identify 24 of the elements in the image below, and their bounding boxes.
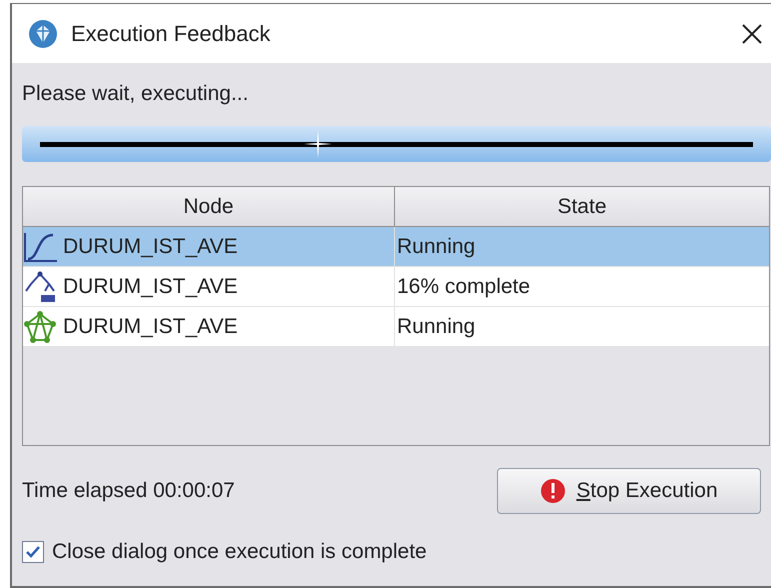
node-name: DURUM_IST_AVE xyxy=(63,234,238,260)
checkbox[interactable] xyxy=(22,540,44,563)
status-message: Please wait, executing... xyxy=(22,81,250,107)
node-state: Running xyxy=(397,314,476,340)
app-logo-icon xyxy=(28,18,58,48)
node-name: DURUM_IST_AVE xyxy=(63,274,238,300)
column-header[interactable]: Node xyxy=(23,187,395,226)
tree-icon xyxy=(23,270,57,302)
close-icon[interactable] xyxy=(741,22,763,44)
column-header[interactable]: State xyxy=(395,187,769,226)
table-row[interactable]: DURUM_IST_AVE Running xyxy=(23,227,769,267)
table-row[interactable]: DURUM_IST_AVE 16% complete xyxy=(23,267,769,307)
curve-icon xyxy=(23,230,57,262)
checkbox-label[interactable]: Close dialog once execution is complete xyxy=(52,536,427,568)
node-state: 16% complete xyxy=(397,274,530,300)
window-title: Execution Feedback xyxy=(71,20,270,48)
network-icon xyxy=(23,310,57,342)
stop-execution-button[interactable]: Stop Execution xyxy=(497,468,761,514)
elapsed-time: Time elapsed 00:00:07 xyxy=(22,478,235,504)
table-row[interactable]: DURUM_IST_AVE Running xyxy=(23,307,769,347)
checkmark-icon xyxy=(25,544,41,560)
node-name: DURUM_IST_AVE xyxy=(63,314,238,340)
error-icon xyxy=(540,478,566,504)
node-state: Running xyxy=(397,234,476,260)
